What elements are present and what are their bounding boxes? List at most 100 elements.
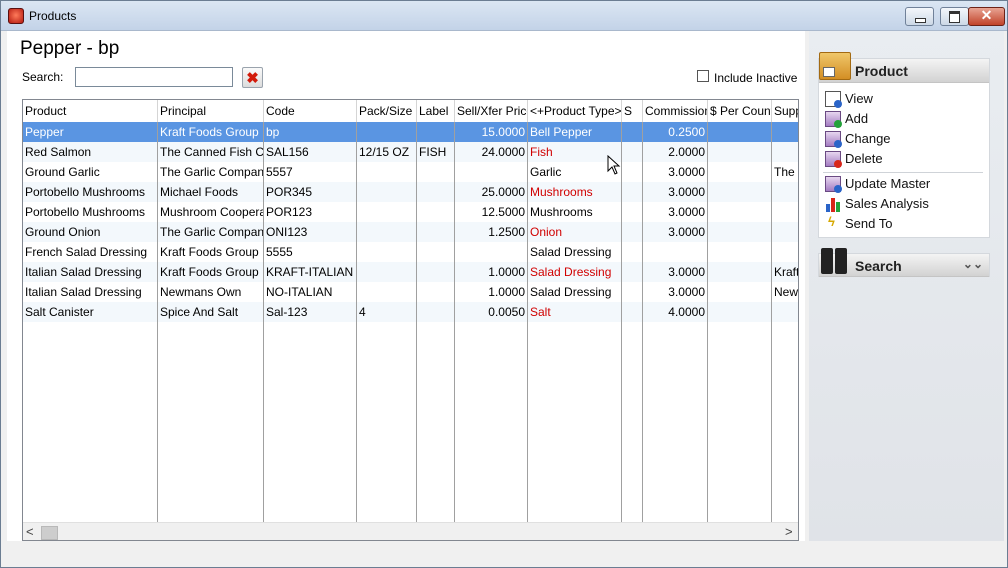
cell-s [622,122,642,142]
cell-supp: The G [774,165,798,179]
cell-price: 1.2500 [488,225,525,239]
minimize-button[interactable] [905,7,934,26]
table-row[interactable]: Red Salmon The Canned Fish ComSAL156 12/15… [23,142,798,162]
cell-code: SAL156 [266,145,309,159]
search-panel-header[interactable]: Search ⌄⌄ [819,248,989,277]
change-document-icon [825,131,842,148]
cell-pack [357,242,416,262]
cell-principal: The Garlic Company [160,165,263,179]
col-header-supp[interactable]: Supp [772,100,798,122]
app-icon [8,8,24,24]
horizontal-scrollbar[interactable]: < > [23,522,798,540]
col-header-price[interactable]: Sell/Xfer Price [455,100,528,122]
cell-label [417,302,454,322]
clear-search-button[interactable]: ✖ [242,67,263,88]
cell-supp [772,142,798,162]
cell-product: Italian Salad Dressing [25,285,142,299]
column-divider [157,122,158,522]
cell-code: bp [266,125,280,139]
cell-price: 0.0050 [488,305,525,319]
column-divider [771,122,772,522]
cell-per-count [708,302,771,322]
close-button[interactable]: ✕ [968,7,1005,26]
cell-label: FISH [419,145,447,159]
cell-code: Sal-123 [266,305,308,319]
include-inactive-checkbox[interactable] [697,70,709,82]
table-row[interactable]: Italian Salad Dressing Newmans Own NO-ITAL… [23,282,798,302]
table-row[interactable]: Ground Garlic The Garlic Company 5557 Garli… [23,162,798,182]
col-header-product-type[interactable]: <+Product Type> [528,100,622,122]
cell-price: 25.0000 [481,185,525,199]
cell-supp [772,302,798,322]
column-divider [527,122,528,522]
cell-label [417,202,454,222]
cell-commission: 3.0000 [668,265,705,279]
product-panel-header[interactable]: Product [819,52,989,83]
cell-product: Red Salmon [25,145,92,159]
cell-commission: 3.0000 [668,165,705,179]
col-header-pack-size[interactable]: Pack/Size [357,100,417,122]
col-header-code[interactable]: Code [264,100,357,122]
table-row[interactable]: Portobello Mushrooms Mushroom CooperativP… [23,202,798,222]
cell-price: 1.0000 [488,265,525,279]
table-row[interactable]: Ground Onion The Garlic Company ONI123 1.25… [23,222,798,242]
scroll-left-icon[interactable]: < [26,524,34,539]
cell-principal: Mushroom Cooperativ [160,205,263,219]
cell-code: 5557 [266,165,293,179]
cell-pack [357,182,416,202]
maximize-button[interactable] [940,7,969,26]
table-row[interactable]: Salt Canister Spice And Salt Sal-123 4 0.005… [23,302,798,322]
cell-pack [357,222,416,242]
include-inactive-label[interactable]: Include Inactive [714,71,797,85]
cell-label [417,262,454,282]
cell-product: Pepper [25,125,64,139]
menu-separator [823,172,983,173]
col-header-s[interactable]: S [622,100,643,122]
col-header-product[interactable]: Product [23,100,158,122]
table-row[interactable]: Portobello Mushrooms Michael Foods POR345 2… [23,182,798,202]
cell-type: Mushrooms [530,185,593,199]
cell-label [417,242,454,262]
cell-principal: Kraft Foods Group [160,125,259,139]
cell-product: Portobello Mushrooms [25,185,146,199]
cell-label [417,182,454,202]
table-row[interactable]: Pepper Kraft Foods Group bp 15.0000 Bell Pep… [23,122,798,142]
cell-per-count [708,122,771,142]
send-to-icon: ϟ [828,214,835,229]
cell-supp [772,222,798,242]
products-grid[interactable]: Product Principal Code Pack/Size Label S… [22,99,799,541]
cell-code: ONI123 [266,225,308,239]
cell-s [622,202,642,222]
cell-supp: Newm [774,285,799,299]
column-divider [454,122,455,522]
cell-pack [357,282,416,302]
delete-document-icon [825,151,842,168]
cell-per-count [708,142,771,162]
col-header-per-count[interactable]: $ Per Count [708,100,772,122]
cell-price [455,242,527,262]
scroll-thumb[interactable] [41,526,58,540]
col-header-label[interactable]: Label [417,100,455,122]
sidebar: Product View Add Change Delete Update Ma… [809,31,1004,541]
window-title: Products [29,9,77,23]
col-header-principal[interactable]: Principal [158,100,264,122]
table-row[interactable]: Italian Salad Dressing Kraft Foods Group K… [23,262,798,282]
product-box-icon [819,52,851,80]
search-panel: Search ⌄⌄ [818,248,990,277]
search-label: Search: [22,70,64,84]
scroll-right-icon[interactable]: > [785,524,793,539]
page-title: Pepper - bp [20,38,120,59]
col-header-commission[interactable]: Commission [643,100,708,122]
cell-supp: Kraft [774,265,799,279]
table-row[interactable]: French Salad Dressing Kraft Foods Group 55… [23,242,798,262]
cell-commission [643,242,707,262]
cell-product: Italian Salad Dressing [25,265,142,279]
column-divider [356,122,357,522]
cell-label [417,282,454,302]
cell-per-count [708,282,771,302]
cell-code: POR345 [266,185,313,199]
title-bar[interactable]: Products ✕ [1,1,1007,31]
cell-label [417,222,454,242]
expand-chevron-icon[interactable]: ⌄⌄ [963,257,983,271]
search-input[interactable] [75,67,233,87]
